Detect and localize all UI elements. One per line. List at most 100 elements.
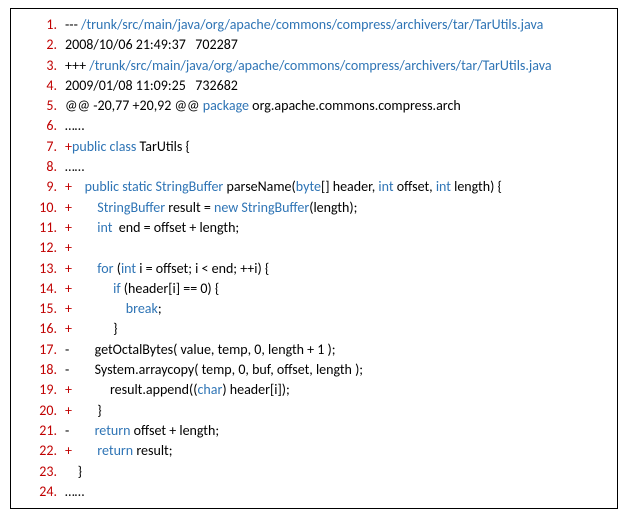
token-plain: 2008/10/06 21:49:37 702287 bbox=[65, 36, 238, 53]
token-kw: public static StringBuffer bbox=[85, 178, 227, 195]
token-kw: byte bbox=[296, 178, 321, 195]
token-plain: parseName( bbox=[226, 178, 295, 195]
line-number: 10. bbox=[21, 198, 65, 218]
line-content: + } bbox=[65, 401, 607, 421]
token-plain: - getOctalBytes( value, temp, 0, length … bbox=[65, 341, 336, 358]
token-plain: - bbox=[65, 422, 95, 439]
token-plain: } bbox=[65, 463, 82, 480]
token-plain: result; bbox=[136, 442, 172, 459]
token-plain: …… bbox=[65, 158, 84, 175]
token-red: + bbox=[65, 442, 97, 459]
line-content: + bbox=[65, 238, 607, 258]
line-content: +++ /trunk/src/main/java/org/apache/comm… bbox=[65, 56, 607, 76]
token-path: /trunk/src/main/java/org/apache/commons/… bbox=[81, 16, 543, 33]
line-number: 20. bbox=[21, 401, 65, 421]
token-plain: i = offset; i < end; ++i) { bbox=[139, 260, 269, 277]
line-number: 12. bbox=[21, 238, 65, 258]
code-line: 13.+ for (int i = offset; i < end; ++i) … bbox=[21, 259, 607, 279]
line-content: …… bbox=[65, 482, 607, 502]
line-number: 23. bbox=[21, 462, 65, 482]
token-plain: (header[i] == 0) { bbox=[124, 280, 219, 297]
line-content: + result.append((char) header[i]); bbox=[65, 380, 607, 400]
token-kw: int bbox=[97, 219, 112, 236]
code-line: 1.--- /trunk/src/main/java/org/apache/co… bbox=[21, 15, 607, 35]
line-number: 9. bbox=[21, 177, 65, 197]
token-kw: package bbox=[203, 97, 249, 114]
token-plain: --- bbox=[65, 16, 81, 33]
code-line: 10.+ StringBuffer result = new StringBuf… bbox=[21, 198, 607, 218]
code-line: 6.…… bbox=[21, 116, 607, 136]
line-number: 5. bbox=[21, 96, 65, 116]
line-content: +public class TarUtils { bbox=[65, 137, 607, 157]
token-red: + bbox=[65, 219, 97, 236]
line-number: 8. bbox=[21, 157, 65, 177]
token-kw: int bbox=[121, 260, 139, 277]
token-kw: public class bbox=[72, 138, 140, 155]
token-red: + bbox=[65, 300, 126, 317]
token-red: + bbox=[65, 320, 113, 337]
line-number: 15. bbox=[21, 299, 65, 319]
token-red: + bbox=[65, 199, 97, 216]
token-kw: new StringBuffer bbox=[214, 199, 309, 216]
token-plain: …… bbox=[65, 117, 84, 134]
token-plain: [] header, bbox=[321, 178, 378, 195]
code-line: 18.- System.arraycopy( temp, 0, buf, off… bbox=[21, 360, 607, 380]
code-line: 4.2009/01/08 11:09:25 732682 bbox=[21, 76, 607, 96]
token-plain: +++ bbox=[65, 57, 89, 74]
token-kw: if bbox=[113, 280, 124, 297]
code-line: 23. } bbox=[21, 462, 607, 482]
code-line: 16.+ } bbox=[21, 319, 607, 339]
token-red: + bbox=[65, 280, 113, 297]
token-kw: for bbox=[97, 260, 116, 277]
line-content: + break; bbox=[65, 299, 607, 319]
code-line: 14.+ if (header[i] == 0) { bbox=[21, 279, 607, 299]
line-number: 24. bbox=[21, 482, 65, 502]
line-number: 3. bbox=[21, 56, 65, 76]
token-plain: offset + length; bbox=[134, 422, 219, 439]
line-content: + StringBuffer result = new StringBuffer… bbox=[65, 198, 607, 218]
code-line: 15.+ break; bbox=[21, 299, 607, 319]
line-content: - return offset + length; bbox=[65, 421, 607, 441]
line-number: 22. bbox=[21, 441, 65, 461]
token-red: + bbox=[65, 239, 72, 256]
line-content: + } bbox=[65, 319, 607, 339]
token-plain: } bbox=[97, 402, 101, 419]
line-number: 16. bbox=[21, 319, 65, 339]
code-line: 22.+ return result; bbox=[21, 441, 607, 461]
token-plain: (length); bbox=[309, 199, 357, 216]
line-number: 11. bbox=[21, 218, 65, 238]
token-plain: ) header[i]); bbox=[222, 381, 289, 398]
token-kw: return bbox=[97, 442, 136, 459]
code-line: 11.+ int end = offset + length; bbox=[21, 218, 607, 238]
token-plain: result = bbox=[168, 199, 214, 216]
line-number: 17. bbox=[21, 340, 65, 360]
token-red: + bbox=[65, 402, 97, 419]
token-plain: …… bbox=[65, 483, 84, 500]
line-content: - getOctalBytes( value, temp, 0, length … bbox=[65, 340, 607, 360]
code-line: 12.+ bbox=[21, 238, 607, 258]
token-red: + bbox=[65, 381, 110, 398]
line-content: + int end = offset + length; bbox=[65, 218, 607, 238]
line-content: @@ -20,77 +20,92 @@ package org.apache.c… bbox=[65, 96, 607, 116]
code-line: 9.+ public static StringBuffer parseName… bbox=[21, 177, 607, 197]
line-number: 13. bbox=[21, 259, 65, 279]
token-plain: length) { bbox=[451, 178, 502, 195]
line-content: …… bbox=[65, 116, 607, 136]
diff-listing: 1.--- /trunk/src/main/java/org/apache/co… bbox=[10, 8, 618, 509]
line-number: 19. bbox=[21, 380, 65, 400]
line-number: 21. bbox=[21, 421, 65, 441]
code-line: 3.+++ /trunk/src/main/java/org/apache/co… bbox=[21, 56, 607, 76]
token-plain: - System.arraycopy( temp, 0, buf, offset… bbox=[65, 361, 363, 378]
code-line: 8.…… bbox=[21, 157, 607, 177]
token-plain: } bbox=[113, 320, 117, 337]
token-red: + bbox=[65, 260, 97, 277]
code-line: 7.+public class TarUtils { bbox=[21, 137, 607, 157]
token-kw: char bbox=[197, 381, 222, 398]
token-kw: return bbox=[95, 422, 134, 439]
token-path: /trunk/src/main/java/org/apache/commons/… bbox=[89, 57, 551, 74]
line-content: + public static StringBuffer parseName(b… bbox=[65, 177, 607, 197]
line-content: 2008/10/06 21:49:37 702287 bbox=[65, 35, 607, 55]
code-line: 20.+ } bbox=[21, 401, 607, 421]
code-line: 19.+ result.append((char) header[i]); bbox=[21, 380, 607, 400]
line-content: 2009/01/08 11:09:25 732682 bbox=[65, 76, 607, 96]
